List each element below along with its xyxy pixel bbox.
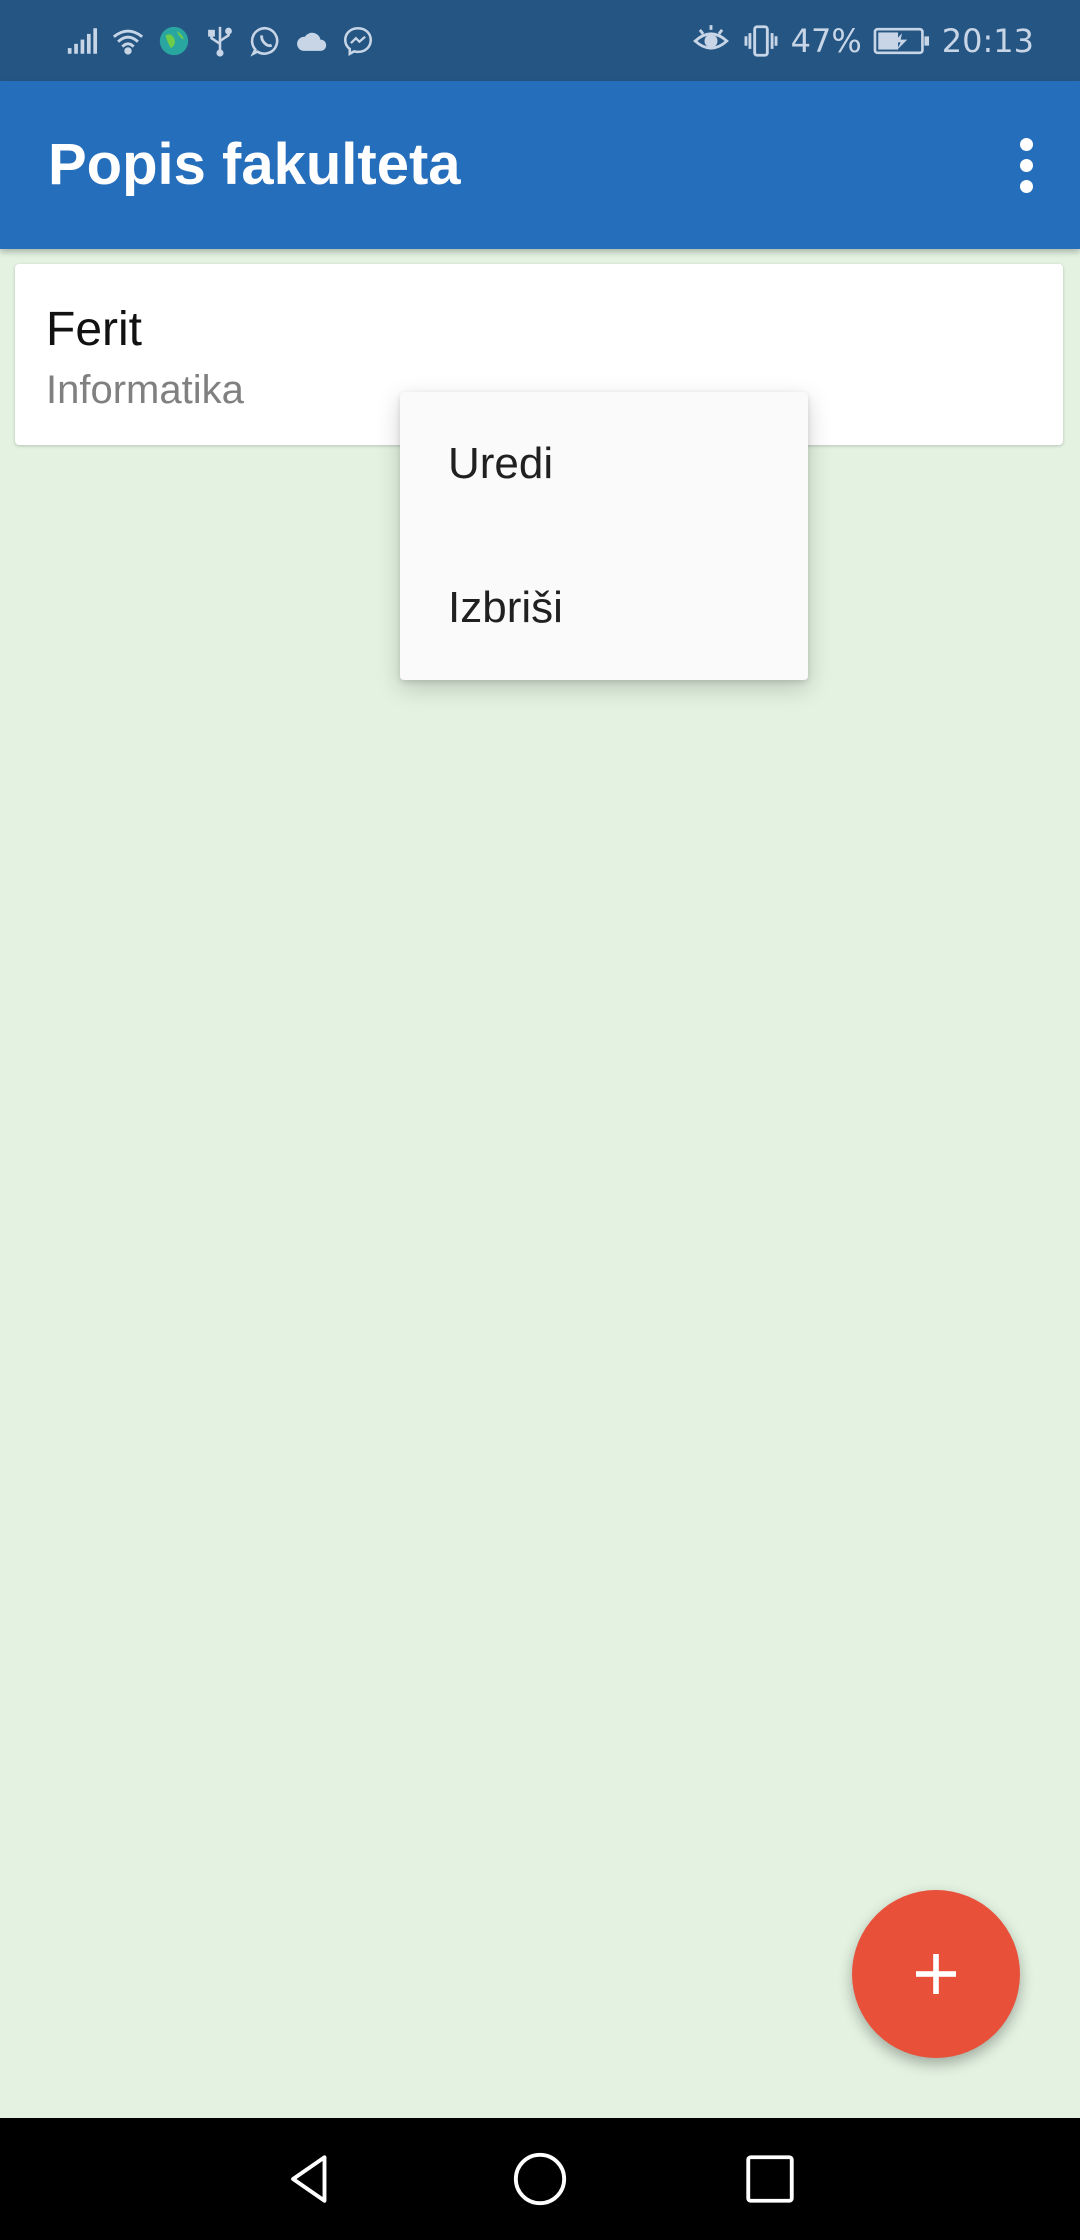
status-icons-right: 47% 20:13 <box>691 18 1034 64</box>
cloud-icon <box>294 23 330 59</box>
back-icon[interactable] <box>280 2149 340 2209</box>
menu-item-izbrisi[interactable]: Izbriši <box>400 536 808 680</box>
home-icon[interactable] <box>510 2149 570 2209</box>
whatsapp-icon <box>248 23 284 59</box>
app-bar: Popis fakulteta <box>0 81 1080 249</box>
status-icons-left <box>64 18 376 64</box>
more-vert-icon[interactable] <box>986 125 1066 205</box>
recents-icon[interactable] <box>740 2149 800 2209</box>
status-bar: 47% 20:13 <box>0 0 1080 81</box>
list-item-title: Ferit <box>46 303 142 356</box>
signal-icon <box>64 23 100 59</box>
plus-icon <box>912 1950 960 1998</box>
page-title: Popis fakulteta <box>48 132 461 197</box>
vibrate-icon <box>741 21 781 61</box>
battery-charging-icon <box>872 21 932 61</box>
clock-time: 20:13 <box>941 22 1034 60</box>
wifi-icon <box>110 23 146 59</box>
navigation-bar <box>0 2118 1080 2240</box>
globe-icon <box>156 23 192 59</box>
list-item-subtitle: Informatika <box>46 368 244 412</box>
menu-item-uredi[interactable]: Uredi <box>400 392 808 536</box>
eye-comfort-icon <box>691 21 731 61</box>
context-menu: Uredi Izbriši <box>400 392 808 680</box>
battery-percent: 47% <box>790 22 862 60</box>
messenger-icon <box>340 23 376 59</box>
add-button[interactable] <box>852 1890 1020 2058</box>
usb-icon <box>202 23 238 59</box>
